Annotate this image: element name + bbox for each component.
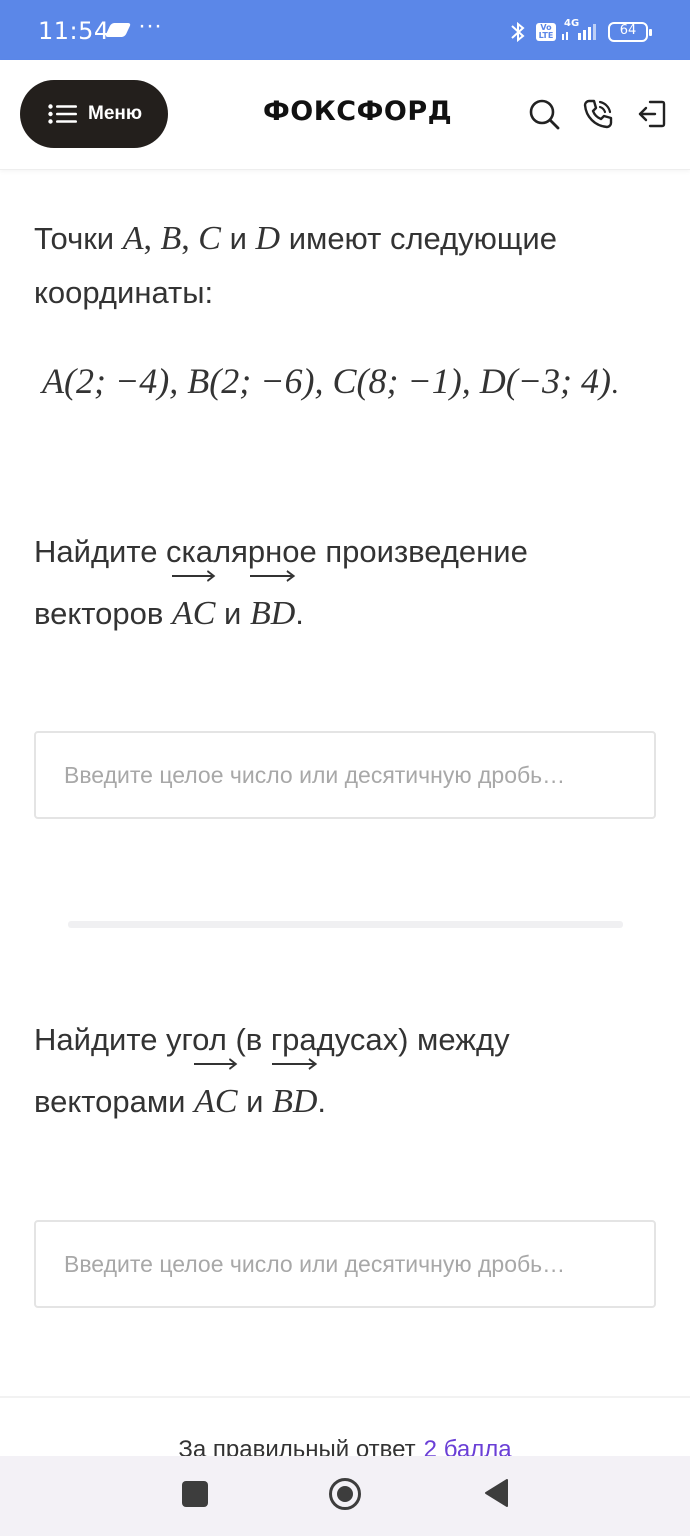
vector-ac: AC xyxy=(171,570,216,645)
coordinates-formula: A(2; −4), B(2; −6), C(8; −1), D(−3; 4). xyxy=(42,360,619,402)
formula-text: A(2; −4), B(2; −6), C(8; −1), D(−3; 4) xyxy=(42,361,612,401)
question-end: . xyxy=(295,596,304,631)
separator: , xyxy=(181,220,199,257)
task-intro: Точки A, B, C и D имеют следующие коорди… xyxy=(34,212,557,320)
question-end: . xyxy=(317,1084,327,1119)
battery-level: 64 xyxy=(619,23,637,38)
question-line-2: векторов AC и BD. xyxy=(34,570,528,645)
question-2-text: Найдите угол (в градусах) между векторам… xyxy=(34,1009,510,1133)
phone-icon[interactable] xyxy=(582,98,614,130)
vector-label: BD xyxy=(249,595,296,632)
intro-text: Точки xyxy=(34,221,123,256)
answer-1-input[interactable] xyxy=(34,731,656,819)
vector-ac: AC xyxy=(194,1058,238,1133)
point-label: D xyxy=(255,220,281,257)
vector-bd: BD xyxy=(272,1058,318,1133)
logout-icon[interactable] xyxy=(636,98,668,130)
brand-logo[interactable]: ФОКСФОРД xyxy=(263,96,452,127)
vector-arrow-icon xyxy=(171,570,216,582)
volte-icon: Vo LTE xyxy=(536,23,556,41)
more-notifications-icon: ··· xyxy=(138,12,162,39)
footer-divider xyxy=(0,1396,690,1398)
question-prefix: векторами xyxy=(34,1084,195,1119)
conjunction: и xyxy=(237,1084,273,1119)
back-icon[interactable] xyxy=(483,1478,509,1508)
point-label: C xyxy=(198,220,221,257)
system-nav-bar xyxy=(0,1456,690,1536)
app-header: Меню ФОКСФОРД xyxy=(0,60,690,170)
question-prefix: векторов xyxy=(34,596,172,631)
menu-button[interactable]: Меню xyxy=(20,80,168,148)
vector-bd: BD xyxy=(249,570,296,645)
vector-label: AC xyxy=(171,595,216,632)
conjunction: и xyxy=(215,596,250,631)
status-time: 11:54 xyxy=(38,17,110,45)
vector-label: BD xyxy=(272,1083,318,1120)
point-label: A xyxy=(122,220,144,257)
question-line-2: векторами AC и BD. xyxy=(34,1058,510,1133)
status-bar: 11:54 ··· Vo LTE 4G 64 xyxy=(0,0,690,60)
menu-list-icon xyxy=(48,104,77,124)
answer-2-input[interactable] xyxy=(34,1220,656,1308)
vector-arrow-icon xyxy=(272,1058,318,1070)
signal-icon xyxy=(562,24,596,40)
battery-icon: 64 xyxy=(608,22,652,42)
formula-end: . xyxy=(611,367,619,400)
recent-apps-icon[interactable] xyxy=(182,1481,208,1507)
section-divider xyxy=(68,921,623,928)
search-icon[interactable] xyxy=(528,98,560,130)
separator: , xyxy=(143,220,161,257)
conjunction: и xyxy=(220,221,256,256)
bluetooth-icon xyxy=(511,21,525,43)
menu-label: Меню xyxy=(88,103,143,124)
home-icon[interactable] xyxy=(328,1477,362,1511)
intro-text: имеют следующие xyxy=(280,221,557,256)
question-1-text: Найдите скалярное произведение векторов … xyxy=(34,521,528,645)
vector-label: AC xyxy=(194,1083,238,1120)
intro-line-1: Точки A, B, C и D имеют следующие xyxy=(34,212,557,266)
vector-arrow-icon xyxy=(194,1058,238,1070)
intro-line-2: координаты: xyxy=(34,275,214,310)
vector-arrow-icon xyxy=(249,570,296,582)
point-label: B xyxy=(160,220,182,257)
